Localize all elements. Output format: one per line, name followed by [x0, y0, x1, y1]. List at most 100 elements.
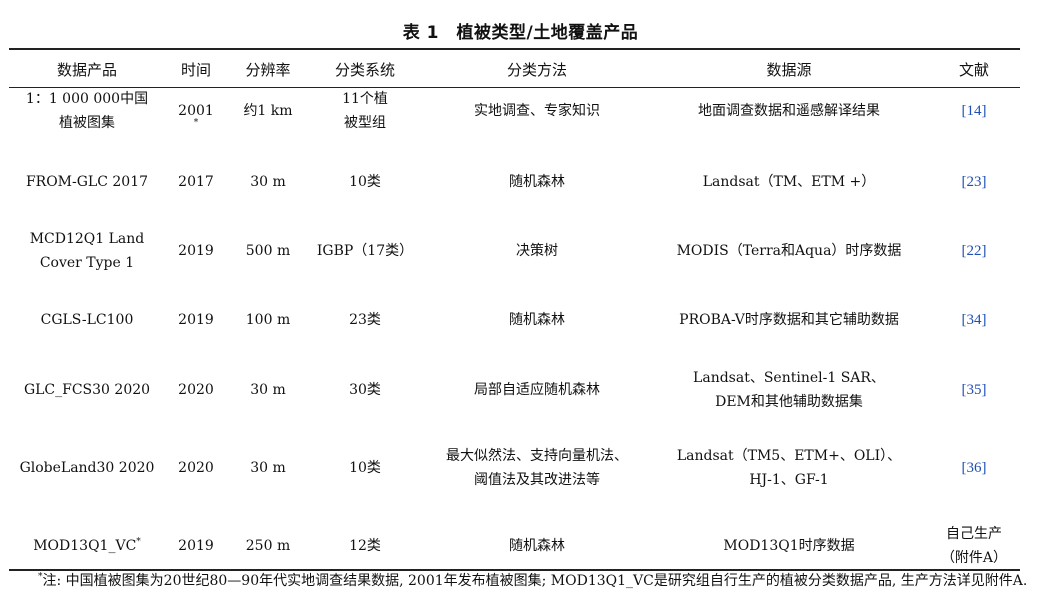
reference-link[interactable]: [34]	[962, 308, 987, 332]
cell-line: 23类	[349, 312, 381, 328]
table-cell: 1：1 000 000中国 植被图集	[7, 85, 167, 137]
table-cell: 30 m	[228, 156, 308, 208]
cell-line: 局部自适应随机森林	[474, 382, 600, 398]
table-cell: Landsat（TM、ETM +）	[654, 156, 924, 208]
cell-text: 实地调查、专家知识	[474, 99, 600, 123]
table-cell: MCD12Q1 Land Cover Type 1	[7, 225, 167, 277]
column-header: 数据源	[766, 61, 812, 79]
cell-text: MOD13Q1时序数据	[723, 534, 854, 558]
table-cell: [22]	[929, 225, 1019, 277]
cell-text: 随机森林	[509, 170, 565, 194]
table-cell: 100 m	[228, 294, 308, 346]
table-cell: 2020	[168, 442, 224, 494]
cell-line: 决策树	[516, 243, 558, 259]
cell-text: HJ-1、GF-1	[749, 468, 828, 492]
table-cell: 局部自适应随机森林	[427, 364, 647, 416]
cell-line: [36]	[961, 460, 987, 476]
cell-text: 1：1 000 000中国	[26, 87, 148, 111]
cell-line: 自己生产	[946, 526, 1002, 542]
table-cell: [36]	[929, 442, 1019, 494]
cell-line: 地面调查数据和遥感解译结果	[698, 103, 880, 119]
cell-text: GlobeLand30 2020	[20, 456, 155, 480]
cell-text: MOD13Q1_VC*	[33, 534, 141, 558]
cell-line: 实地调查、专家知识	[474, 103, 600, 119]
cell-text: MCD12Q1 Land	[30, 227, 145, 251]
cell-line: （附件A）	[940, 550, 1008, 566]
cell-line: [34]	[961, 312, 987, 328]
cell-text: DEM和其他辅助数据集	[715, 390, 863, 414]
cell-text: 2020	[178, 382, 214, 398]
table-cell: 30 m	[228, 364, 308, 416]
cell-text: 30 m	[250, 460, 286, 476]
cell-text: GLC_FCS30 2020	[24, 378, 150, 402]
cell-line: PROBA-V时序数据和其它辅助数据	[679, 312, 899, 328]
column-header: 分类方法	[506, 61, 567, 79]
cell-line: 12类	[349, 538, 381, 554]
table-cell: [23]	[929, 156, 1019, 208]
cell-line: Landsat（TM、ETM +）	[702, 174, 876, 190]
table-cell: Landsat、Sentinel-1 SAR、 DEM和其他辅助数据集	[654, 364, 924, 416]
reference-link[interactable]: [36]	[962, 456, 987, 480]
table-footnote: *注: 中国植被图集为20世纪80—90年代实地调查结果数据, 2001年发布植…	[38, 570, 1028, 592]
table-cell: MOD13Q1时序数据	[654, 520, 924, 572]
cell-text: 随机森林	[509, 308, 565, 332]
cell-text: PROBA-V时序数据和其它辅助数据	[679, 308, 899, 332]
footnote-text: 注: 中国植被图集为20世纪80—90年代实地调查结果数据, 2001年发布植被…	[42, 573, 1028, 589]
cell-text: 约1 km	[243, 103, 293, 119]
table-cell: 实地调查、专家知识	[427, 85, 647, 137]
table-cell: [35]	[929, 364, 1019, 416]
superscript-mark: *	[136, 537, 141, 547]
table-cell: 2001 *	[168, 85, 224, 137]
reference-link[interactable]: [14]	[962, 99, 987, 123]
cell-line: [23]	[961, 174, 987, 190]
cell-line: CGLS-LC100	[40, 312, 134, 328]
cell-text: 12类	[349, 534, 381, 558]
table-cell: 500 m	[228, 225, 308, 277]
cell-line: 随机森林	[509, 312, 565, 328]
cell-text: FROM-GLC 2017	[26, 170, 148, 194]
column-header: 分辨率	[245, 61, 291, 79]
cell-text: 2019	[178, 538, 214, 554]
cell-line: MOD13Q1_VC	[33, 538, 137, 554]
table-cell: 30 m	[228, 442, 308, 494]
cell-text: 阈值法及其改进法等	[474, 468, 600, 492]
table-cell: 随机森林	[427, 520, 647, 572]
cell-text: （附件A）	[941, 546, 1007, 570]
reference-link[interactable]: [22]	[962, 239, 987, 263]
cell-text: 随机森林	[509, 534, 565, 558]
cell-line: [14]	[961, 103, 987, 119]
cell-text: 被型组	[344, 111, 386, 135]
cell-line: 30类	[349, 382, 381, 398]
table-cell: 地面调查数据和遥感解译结果	[654, 85, 924, 137]
cell-line: DEM和其他辅助数据集	[715, 394, 863, 410]
cell-text: 最大似然法、支持向量机法、	[446, 444, 628, 468]
cell-line: MODIS（Terra和Aqua）时序数据	[676, 243, 902, 259]
reference-link[interactable]: [23]	[962, 170, 987, 194]
cell-text: 地面调查数据和遥感解译结果	[698, 99, 880, 123]
reference-link[interactable]: [35]	[962, 378, 987, 402]
cell-line: FROM-GLC 2017	[25, 174, 149, 190]
cell-line: HJ-1、GF-1	[749, 472, 829, 488]
cell-text: MODIS（Terra和Aqua）时序数据	[677, 239, 902, 263]
cell-text: 决策树	[516, 239, 558, 263]
cell-line: Landsat、Sentinel-1 SAR、	[693, 370, 885, 386]
table-cell: 10类	[310, 156, 420, 208]
cell-text: 11个植	[342, 87, 388, 111]
table-cell: 2019	[168, 520, 224, 572]
table-cell: [14]	[929, 85, 1019, 137]
cell-text: Landsat（TM5、ETM+、OLI）、	[677, 444, 901, 468]
column-header: 时间	[180, 61, 211, 79]
table-cell: 约1 km	[228, 85, 308, 137]
cell-text: Landsat（TM、ETM +）	[703, 170, 876, 194]
cell-line: [22]	[961, 243, 987, 259]
cell-line: IGBP（17类）	[316, 243, 414, 259]
table-cell: 30类	[310, 364, 420, 416]
cell-text: 100 m	[245, 312, 291, 328]
cell-text: 2020	[178, 460, 214, 476]
table-cell: 2020	[168, 364, 224, 416]
cell-text: 10类	[349, 170, 381, 194]
cell-text: 2017	[178, 174, 214, 190]
table-cell: 随机森林	[427, 294, 647, 346]
cell-text: 10类	[349, 456, 381, 480]
table-cell: FROM-GLC 2017	[7, 156, 167, 208]
